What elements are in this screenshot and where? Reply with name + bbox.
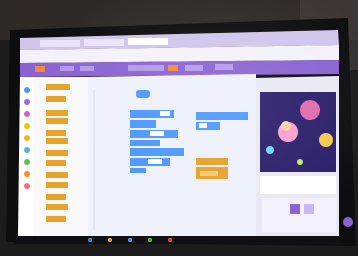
stage-title-art [300, 100, 320, 120]
category-dot [24, 171, 30, 177]
category-dot [24, 159, 30, 165]
category-dot [24, 183, 30, 189]
code-block [130, 148, 184, 156]
stage-planet [319, 133, 333, 147]
palette-block [46, 96, 66, 102]
taskbar-icon [128, 238, 132, 242]
menu-item [215, 64, 233, 70]
laptop-screen [14, 30, 353, 244]
photo-scene [0, 0, 358, 256]
stage-star [297, 159, 303, 165]
category-dot [24, 99, 30, 105]
palette-block [46, 182, 68, 188]
sprite-thumbnail [304, 204, 314, 214]
taskbar-icon [108, 238, 112, 242]
add-sprite-icon [343, 217, 353, 227]
browser-tab [84, 39, 124, 46]
palette-block [46, 172, 68, 178]
menu-item [80, 66, 94, 71]
palette-block [46, 204, 68, 210]
code-block-hat [136, 90, 150, 98]
stage-star [266, 146, 274, 154]
menu-item [185, 65, 203, 71]
category-dot [24, 135, 30, 141]
code-block-input [200, 171, 218, 176]
code-block [130, 120, 156, 128]
taskbar-icon [168, 238, 172, 242]
code-block [130, 140, 160, 146]
stage-sprite-head [281, 121, 291, 131]
category-dot [24, 123, 30, 129]
code-block-input [150, 131, 164, 136]
category-dot [24, 147, 30, 153]
sprite-list [262, 198, 336, 232]
palette-block [46, 216, 66, 222]
taskbar-icon [88, 238, 92, 242]
palette-block [46, 118, 68, 124]
taskbar [14, 236, 342, 244]
category-dot [24, 111, 30, 117]
code-block-input [160, 111, 170, 116]
logo-badge [35, 66, 45, 72]
menu-item [60, 66, 74, 71]
palette-block [46, 138, 68, 144]
project-title-field [128, 65, 164, 71]
category-dot [24, 87, 30, 93]
code-block-input [148, 159, 162, 164]
code-block [196, 112, 248, 120]
sprite-info-pane [260, 176, 336, 194]
browser-tab-active [128, 38, 168, 45]
sprite-thumbnail [290, 204, 300, 214]
code-block-input [199, 123, 207, 128]
palette-block [46, 150, 68, 156]
code-block [130, 168, 146, 173]
share-button [168, 65, 178, 71]
code-block [196, 158, 228, 165]
palette-block [46, 194, 66, 200]
palette-block [46, 84, 70, 90]
palette-block [46, 110, 68, 116]
browser-tab [40, 40, 80, 47]
palette-block [46, 130, 66, 136]
palette-block [46, 160, 66, 166]
taskbar-icon [148, 238, 152, 242]
